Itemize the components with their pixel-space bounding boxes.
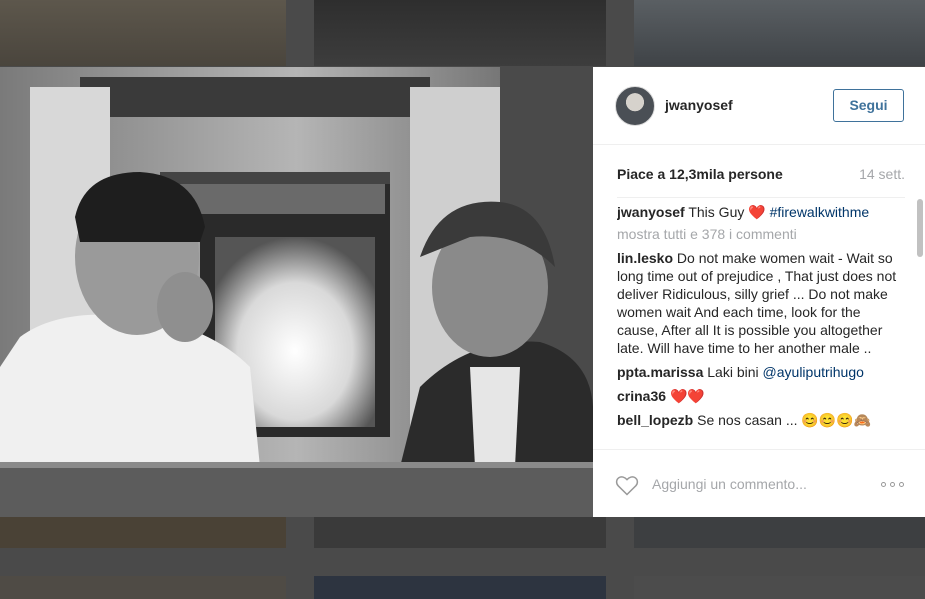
caption-username[interactable]: jwanyosef	[617, 204, 685, 220]
background-thumbnail[interactable]	[0, 0, 286, 66]
background-thumbnail[interactable]	[634, 0, 925, 66]
caption-emoji: ❤️	[748, 204, 766, 220]
comments-scrollbar[interactable]	[917, 198, 923, 448]
background-thumbnail[interactable]	[0, 576, 286, 599]
post-details-panel: jwanyosef Segui Piace a 12,3mila persone…	[593, 67, 925, 517]
likes-count[interactable]: Piace a 12,3mila persone	[617, 166, 783, 182]
avatar[interactable]	[615, 86, 655, 126]
list-item: bell_lopezb Se nos casan ... 😊😊😊🙈	[617, 411, 905, 429]
post-header: jwanyosef Segui	[593, 67, 925, 145]
background-thumbnail[interactable]	[634, 517, 925, 548]
list-item: lin.lesko Do not make women wait - Wait …	[617, 249, 905, 357]
comment-input[interactable]	[652, 475, 832, 493]
background-thumbnail[interactable]	[314, 517, 606, 548]
background-thumbnail[interactable]	[634, 576, 925, 599]
comment-footer	[593, 449, 925, 518]
view-all-comments-link[interactable]: mostra tutti e 378 i commenti	[617, 225, 905, 243]
list-item: ppta.marissa Laki bini @ayuliputrihugo	[617, 363, 905, 381]
list-item: crina36 ❤️❤️	[617, 387, 905, 405]
scrollbar-thumb[interactable]	[917, 199, 923, 257]
background-thumbnail[interactable]	[314, 0, 606, 66]
comments-list: jwanyosef This Guy ❤️ #firewalkwithme mo…	[617, 203, 905, 447]
likes-row: Piace a 12,3mila persone 14 sett.	[617, 166, 905, 184]
divider	[617, 197, 905, 198]
comment-username[interactable]: crina36	[617, 388, 666, 404]
post-timestamp[interactable]: 14 sett.	[859, 166, 905, 182]
comment-username[interactable]: lin.lesko	[617, 250, 673, 266]
follow-button[interactable]: Segui	[833, 89, 904, 122]
comment-text: Se nos casan ... 😊😊😊🙈	[697, 412, 872, 428]
comment-username[interactable]: bell_lopezb	[617, 412, 693, 428]
comment-mention[interactable]: @ayuliputrihugo	[763, 364, 864, 380]
header-username[interactable]: jwanyosef	[665, 97, 733, 113]
background-thumbnail[interactable]	[0, 517, 286, 548]
post-photo-image	[0, 67, 593, 517]
comment-text: Laki bini	[707, 364, 759, 380]
comment-username[interactable]: ppta.marissa	[617, 364, 703, 380]
caption-hashtag[interactable]: #firewalkwithme	[770, 204, 870, 220]
background-thumbnail[interactable]	[314, 576, 606, 599]
comment-text: ❤️❤️	[669, 388, 705, 404]
heart-outline-icon[interactable]	[615, 474, 639, 496]
caption-text: This Guy	[688, 204, 745, 220]
more-options-icon[interactable]	[881, 480, 905, 488]
post-photo[interactable]	[0, 67, 593, 517]
caption: jwanyosef This Guy ❤️ #firewalkwithme	[617, 203, 905, 221]
